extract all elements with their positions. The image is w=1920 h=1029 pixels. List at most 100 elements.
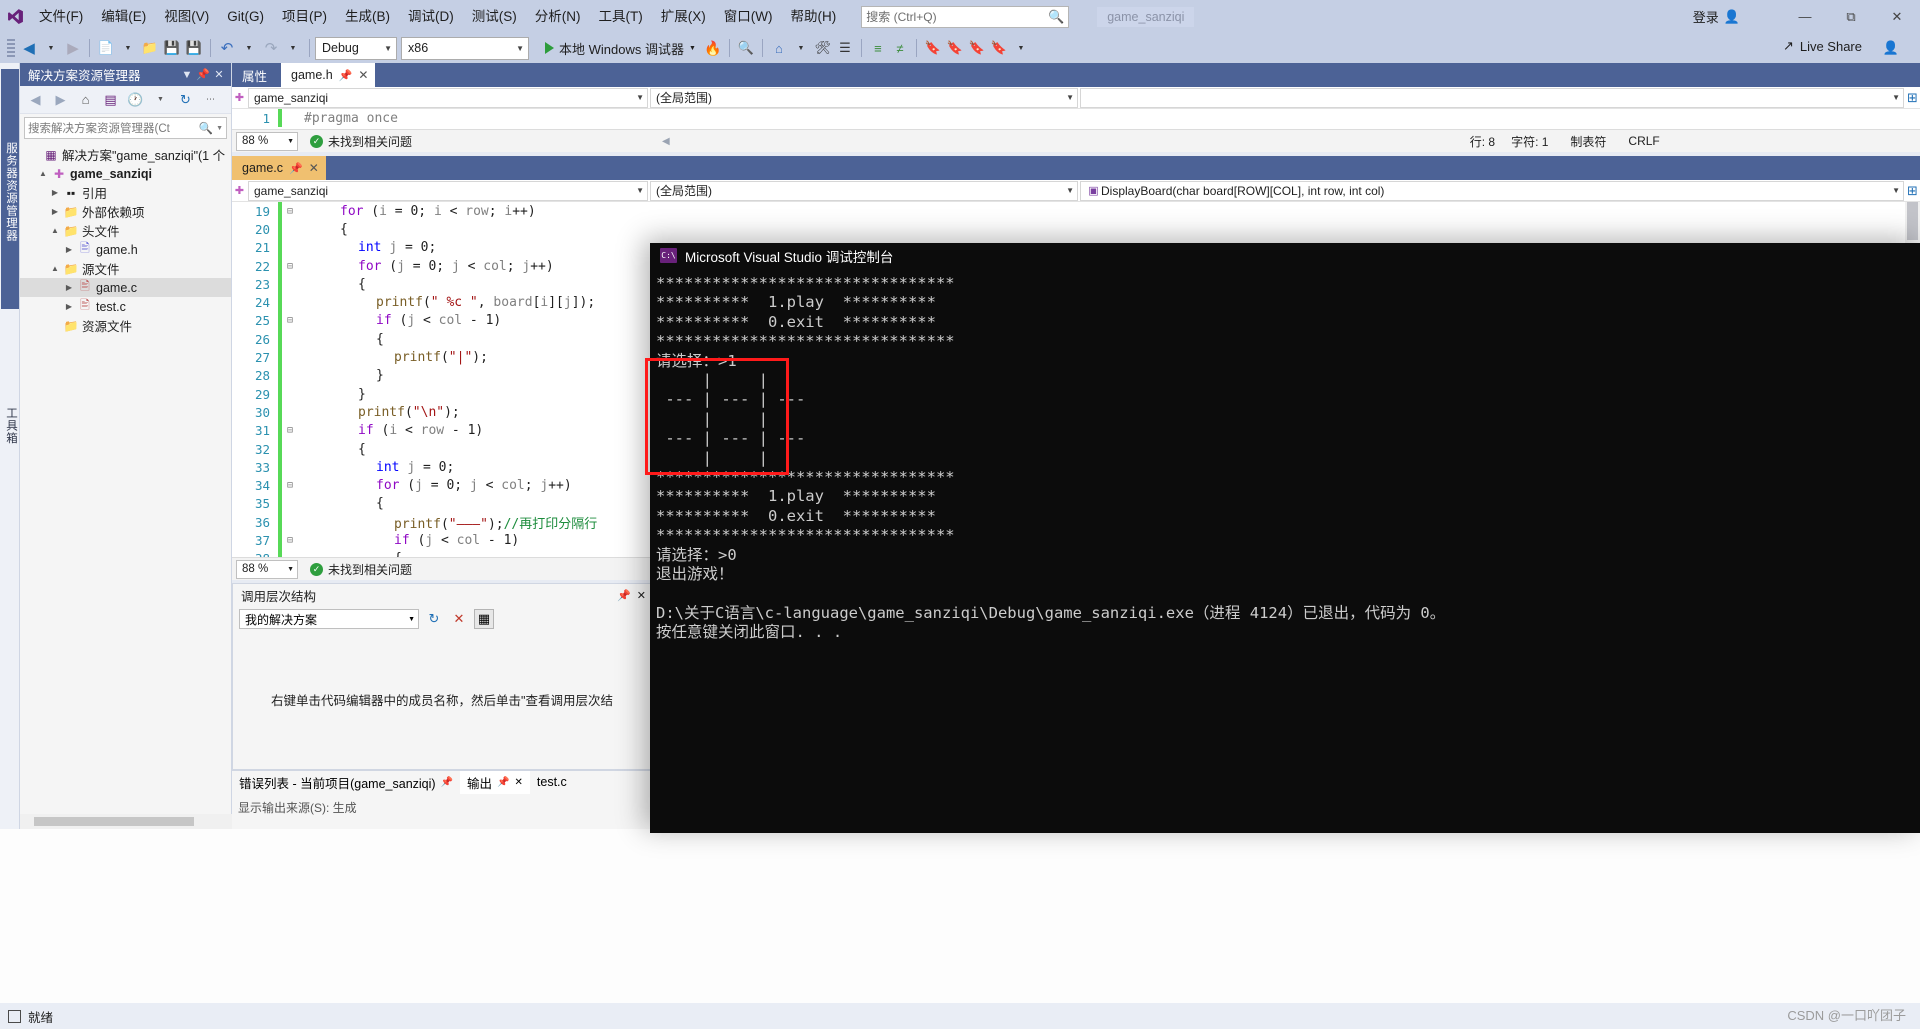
- solution-explorer-hscrollbar[interactable]: [20, 814, 232, 829]
- menu-item-window[interactable]: 窗口(W): [715, 4, 782, 29]
- tab-properties[interactable]: 属性: [232, 63, 282, 87]
- live-share-button[interactable]: ↗ Live Share: [1783, 38, 1862, 54]
- tree-node-test-c[interactable]: ▶ 🖹 test.c: [20, 297, 231, 316]
- navigate-backward-dropdown-icon[interactable]: ▼: [40, 36, 62, 60]
- uncomment-selection-icon[interactable]: ≠: [889, 36, 911, 60]
- tab-game-c[interactable]: game.c 📌 ✕: [232, 156, 326, 180]
- remove-icon[interactable]: ✕: [449, 609, 469, 629]
- refresh-icon[interactable]: ↻: [424, 609, 444, 629]
- menu-item-build[interactable]: 生成(B): [336, 4, 399, 29]
- split-view-icon[interactable]: ⊞: [1905, 90, 1920, 106]
- tab-game-h[interactable]: game.h 📌 ✕: [281, 63, 376, 87]
- menu-item-edit[interactable]: 编辑(E): [92, 4, 155, 29]
- undo-dropdown-icon[interactable]: ▼: [238, 36, 260, 60]
- close-button[interactable]: ✕: [1874, 0, 1920, 33]
- solution-platform-combo[interactable]: x86 ▼: [401, 36, 529, 60]
- fold-marker[interactable]: ⊟: [282, 535, 298, 546]
- sign-in-button[interactable]: 登录 👤: [1693, 7, 1740, 26]
- top-nav-project-combo[interactable]: game_sanziqi ▼: [248, 87, 648, 108]
- toolbar-overflow-icon[interactable]: ▼: [1010, 36, 1032, 60]
- details-pane-icon[interactable]: ▦: [474, 609, 494, 629]
- code-line[interactable]: 20 {: [232, 220, 1920, 239]
- menu-item-git[interactable]: Git(G): [218, 4, 273, 29]
- solution-icon[interactable]: ▤: [100, 89, 121, 110]
- close-icon[interactable]: ✕: [309, 161, 319, 175]
- close-icon[interactable]: ✕: [211, 68, 227, 81]
- tree-node-game-c[interactable]: ▶ 🖹 game.c: [20, 278, 231, 297]
- class-view-icon[interactable]: ☰: [834, 36, 856, 60]
- menu-item-debug[interactable]: 调试(D): [399, 4, 463, 29]
- start-debugging-button[interactable]: 本地 Windows 调试器 ▼: [539, 37, 702, 60]
- pending-changes-icon[interactable]: 🕐: [125, 89, 146, 110]
- toolbox-tab[interactable]: 工具箱: [1, 323, 19, 523]
- pin-icon[interactable]: 📌: [441, 777, 453, 788]
- redo-icon[interactable]: ↷: [260, 36, 282, 60]
- save-icon[interactable]: 💾: [161, 36, 183, 60]
- save-all-icon[interactable]: 💾: [183, 36, 205, 60]
- solution-configuration-combo[interactable]: Debug ▼: [315, 36, 397, 60]
- collapse-all-icon[interactable]: ⋯: [200, 89, 221, 110]
- scrollbar-thumb[interactable]: [34, 817, 194, 826]
- new-project-icon[interactable]: 📄: [95, 36, 117, 60]
- call-hierarchy-scope-combo[interactable]: 我的解决方案 ▼: [239, 609, 419, 629]
- main-editor-zoom-combo[interactable]: 88 % ▼: [236, 559, 298, 579]
- home-icon[interactable]: ⌂: [768, 36, 790, 60]
- twisty[interactable]: ▲: [36, 169, 50, 178]
- navigate-backward-icon[interactable]: ◀: [18, 36, 40, 60]
- debug-console-window[interactable]: C:\ Microsoft Visual Studio 调试控制台 ******…: [650, 243, 1920, 833]
- tree-node-external-dependencies[interactable]: ▶ 📁 外部依赖项: [20, 202, 231, 221]
- search-input[interactable]: 搜索 (Ctrl+Q) 🔍: [861, 5, 1070, 28]
- tab-output[interactable]: 输出 📌 ✕: [460, 770, 530, 794]
- top-editor-code-surface[interactable]: 1 #pragma once: [232, 109, 1920, 129]
- pin-icon[interactable]: 📌: [497, 777, 509, 788]
- toggle-bookmark-icon[interactable]: 🔖: [922, 36, 944, 60]
- close-icon[interactable]: ✕: [637, 589, 646, 602]
- fold-marker[interactable]: ⊟: [282, 261, 298, 272]
- twisty[interactable]: ▶: [48, 207, 62, 216]
- undo-icon[interactable]: ↶: [216, 36, 238, 60]
- open-file-icon[interactable]: 📁: [139, 36, 161, 60]
- solution-explorer-search-input[interactable]: 搜索解决方案资源管理器(Ct 🔍 ▼: [24, 117, 227, 139]
- tree-node-project[interactable]: ▲ ✚ game_sanziqi: [20, 164, 231, 183]
- tree-node-game-h[interactable]: ▶ 🖹 game.h: [20, 240, 231, 259]
- maximize-button[interactable]: ⧉: [1828, 0, 1874, 33]
- hot-reload-icon[interactable]: 🔥: [702, 36, 724, 60]
- main-nav-project-combo[interactable]: game_sanziqi ▼: [248, 180, 648, 201]
- pending-changes-dropdown-icon[interactable]: ▼: [150, 89, 171, 110]
- next-bookmark-icon[interactable]: 🔖: [966, 36, 988, 60]
- pin-icon[interactable]: 📌: [195, 68, 211, 81]
- code-line[interactable]: 19 ⊟ for (i = 0; i < row; i++): [232, 202, 1920, 221]
- main-nav-member-combo[interactable]: ▣ DisplayBoard(char board[ROW][COL], int…: [1080, 180, 1904, 201]
- pin-icon[interactable]: 📌: [289, 162, 303, 175]
- menu-item-project[interactable]: 项目(P): [273, 4, 336, 29]
- menu-item-view[interactable]: 视图(V): [155, 4, 218, 29]
- home-dropdown-icon[interactable]: ▼: [790, 36, 812, 60]
- tree-node-resource-files[interactable]: 📁 资源文件: [20, 316, 231, 335]
- tab-test-c[interactable]: test.c: [530, 773, 574, 791]
- home-icon[interactable]: ⌂: [75, 89, 96, 110]
- tree-node-solution[interactable]: ▦ 解决方案"game_sanziqi"(1 个: [20, 145, 231, 164]
- top-editor-zoom-combo[interactable]: 88 % ▼: [236, 131, 298, 151]
- main-nav-scope-combo[interactable]: (全局范围) ▼: [650, 180, 1078, 201]
- menu-item-tools[interactable]: 工具(T): [590, 4, 652, 29]
- pin-icon[interactable]: 📌: [617, 589, 631, 602]
- close-icon[interactable]: ✕: [358, 68, 368, 82]
- prev-issue-icon[interactable]: ◀: [662, 136, 670, 147]
- menu-item-help[interactable]: 帮助(H): [781, 4, 845, 29]
- menu-item-analyze[interactable]: 分析(N): [526, 4, 590, 29]
- window-menu-icon[interactable]: ▼: [179, 69, 195, 81]
- nav-back-icon[interactable]: ◀: [25, 89, 46, 110]
- twisty[interactable]: ▶: [62, 302, 76, 311]
- server-explorer-tab[interactable]: 服务器资源管理器: [1, 69, 19, 309]
- twisty[interactable]: ▲: [48, 226, 62, 235]
- top-nav-scope-combo[interactable]: (全局范围) ▼: [650, 87, 1078, 108]
- comment-selection-icon[interactable]: ≡: [867, 36, 889, 60]
- tab-error-list[interactable]: 错误列表 - 当前项目(game_sanziqi) 📌: [232, 771, 460, 794]
- toolbar-grip[interactable]: [7, 39, 15, 57]
- menu-item-file[interactable]: 文件(F): [30, 4, 92, 29]
- refresh-icon[interactable]: ↻: [175, 89, 196, 110]
- close-icon[interactable]: ✕: [515, 777, 523, 788]
- navigate-forward-icon[interactable]: ▶: [62, 36, 84, 60]
- fold-marker[interactable]: ⊟: [282, 480, 298, 491]
- fold-marker[interactable]: ⊟: [282, 315, 298, 326]
